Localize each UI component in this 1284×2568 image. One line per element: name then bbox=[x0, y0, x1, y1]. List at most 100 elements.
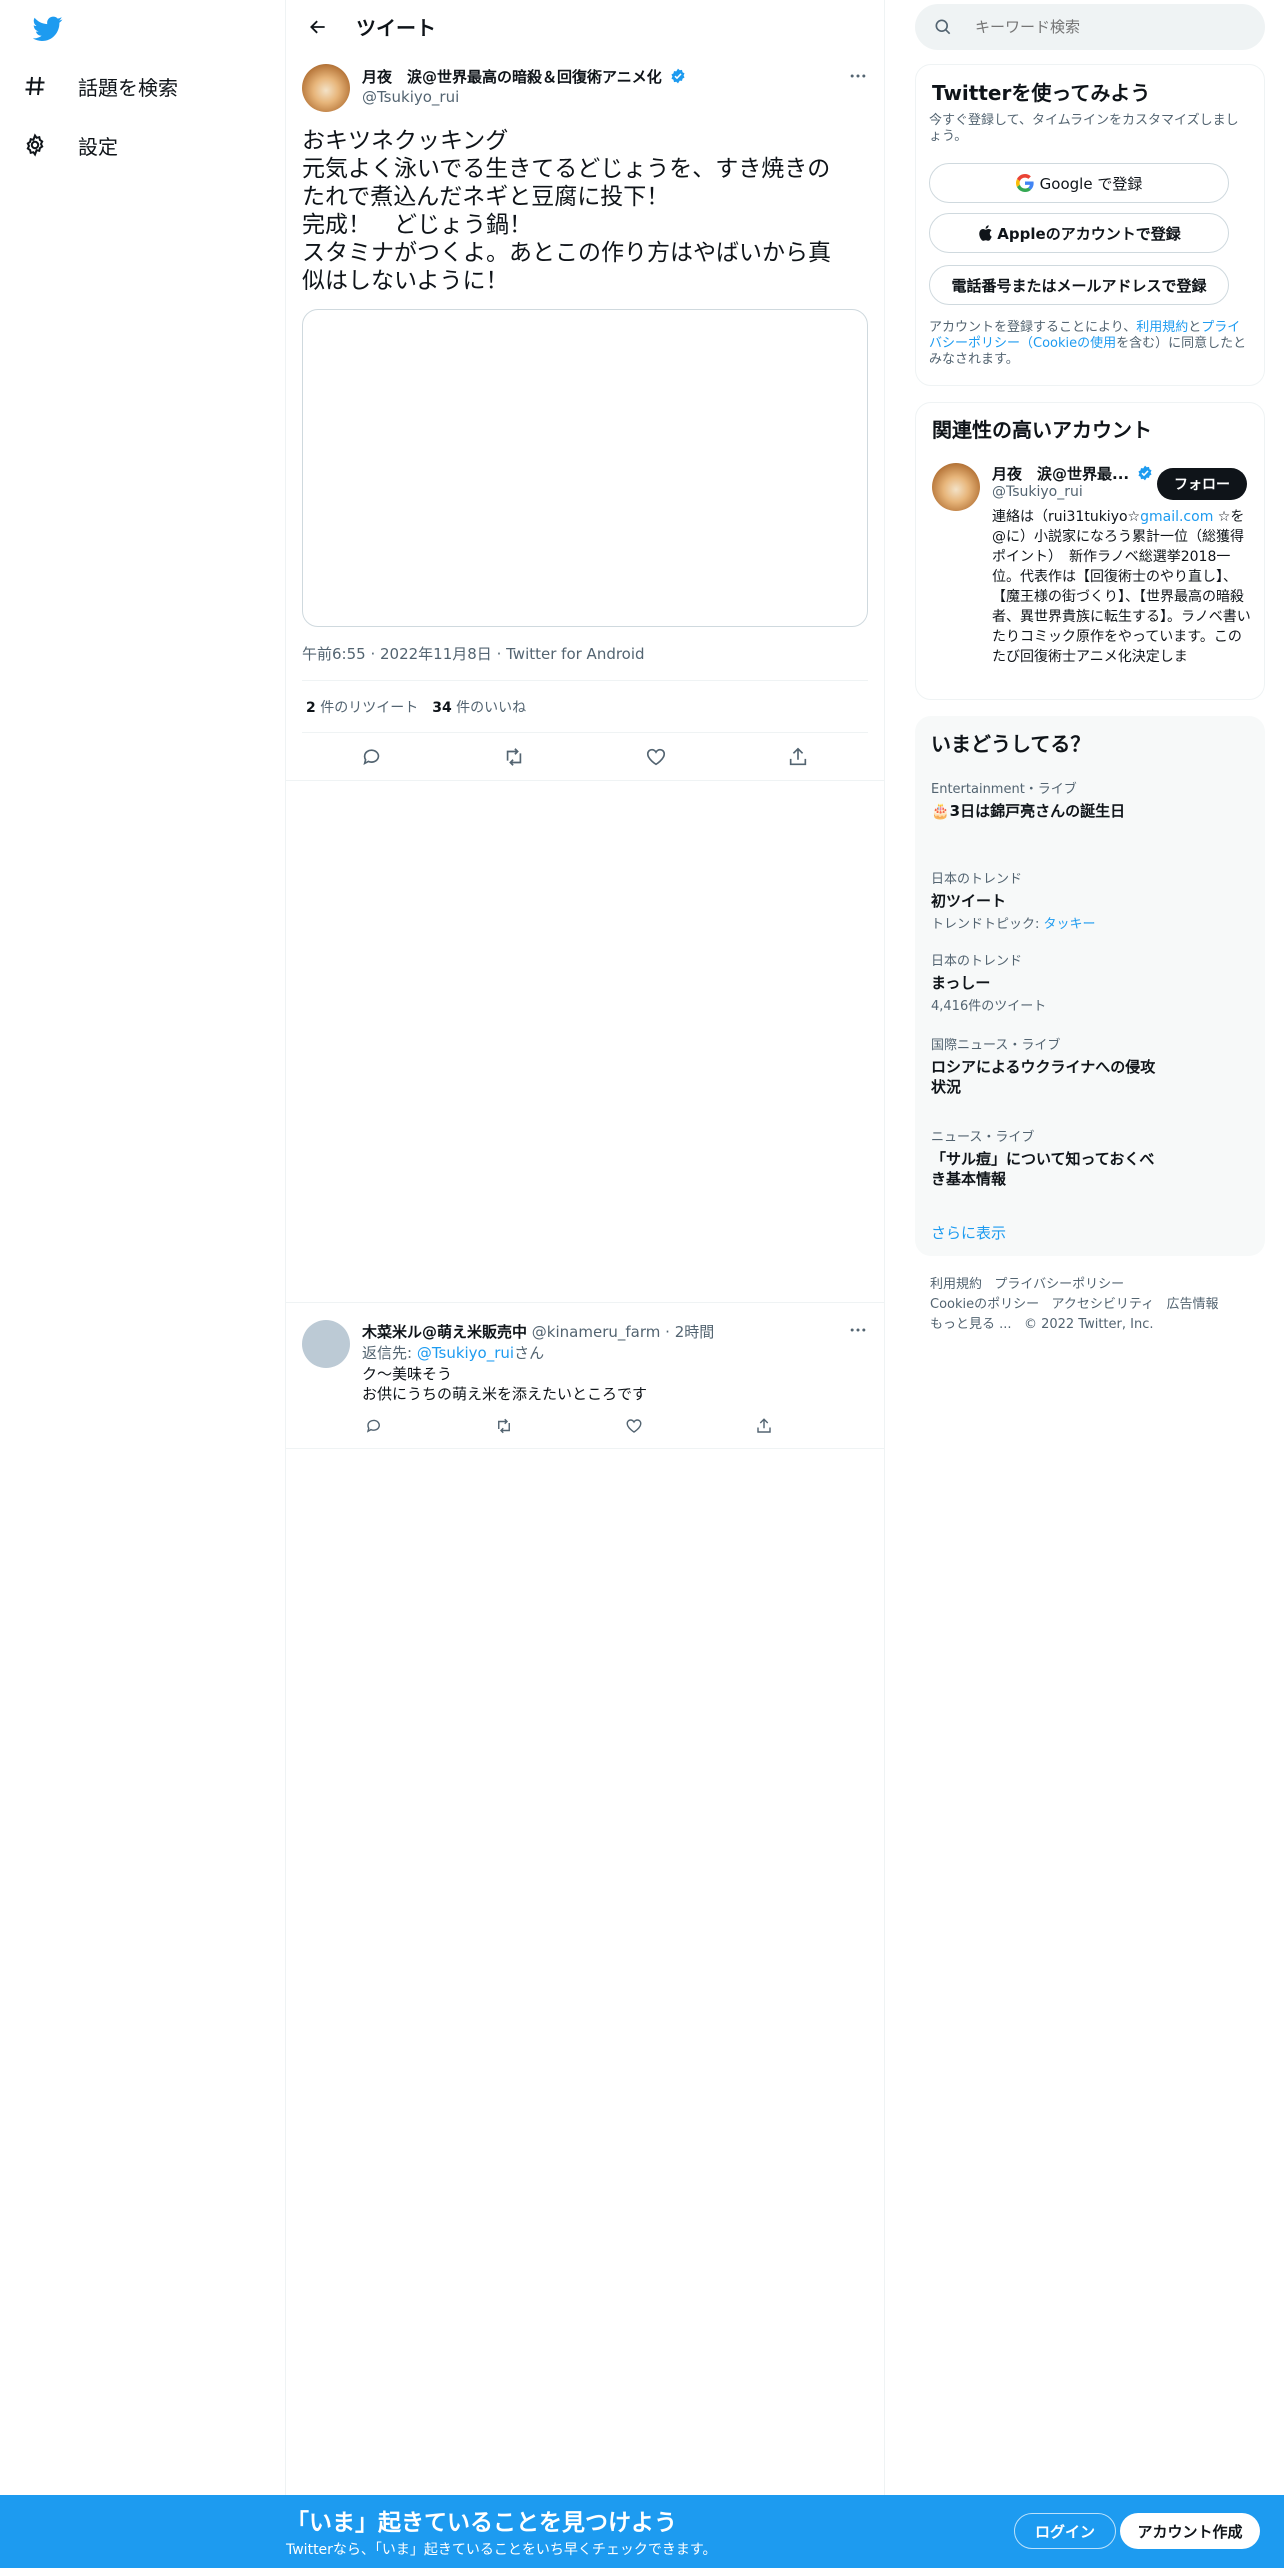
more-dots-icon bbox=[850, 1328, 866, 1332]
tweet-stats: 2 件のリツイート 34 件のいいね bbox=[306, 697, 526, 717]
footer-link[interactable]: もっと見る ... bbox=[930, 1317, 1012, 1332]
tweet-media[interactable] bbox=[302, 309, 868, 627]
terms-link[interactable]: 利用規約 bbox=[1136, 320, 1188, 335]
like-button[interactable] bbox=[644, 745, 668, 769]
show-more-link[interactable]: さらに表示 bbox=[931, 1222, 1006, 1243]
trend-sub: 4,416件のツイート bbox=[931, 999, 1047, 1014]
footer-link[interactable]: プライバシーポリシー bbox=[994, 1277, 1124, 1292]
trend-name-line2: 状況 bbox=[931, 1078, 962, 1096]
reply-more-options-button[interactable] bbox=[848, 1320, 868, 1344]
trend-name: 「サル痘」について知っておくべ bbox=[931, 1150, 1155, 1168]
related-name-row[interactable]: 月夜 涙@世界最... bbox=[992, 463, 1153, 484]
phone-email-signup-button[interactable]: 電話番号またはメールアドレスで登録 bbox=[929, 265, 1229, 305]
trend-category: Entertainment・ライブ bbox=[931, 782, 1077, 797]
trend-name: 初ツイート bbox=[931, 892, 1007, 910]
reply-reply-button[interactable] bbox=[362, 1414, 386, 1438]
search-icon bbox=[935, 19, 951, 35]
reply-line: ク〜美味そう bbox=[362, 1365, 453, 1383]
tweet-source[interactable]: Twitter for Android bbox=[506, 645, 644, 663]
trend-item[interactable]: ニュース・ライブ 「サル痘」について知っておくべ き基本情報 bbox=[931, 1126, 1251, 1189]
tweet-line: おキツネクッキング bbox=[302, 128, 509, 154]
reply-retweet-button[interactable] bbox=[492, 1414, 516, 1438]
divider bbox=[286, 1448, 884, 1449]
trends-title: いまどうしてる？ bbox=[931, 732, 1091, 756]
trend-category: 国際ニュース・ライブ bbox=[931, 1038, 1061, 1053]
author-name-row[interactable]: 月夜 涙@世界最高の暗殺＆回復術アニメ化 bbox=[362, 66, 686, 87]
reply-share-button[interactable] bbox=[752, 1414, 776, 1438]
reply-author-handle[interactable]: @kinameru_farm bbox=[532, 1323, 661, 1341]
reply-author-name[interactable]: 木菜米ル@萌え米販売中 bbox=[362, 1323, 527, 1341]
reply-like-button[interactable] bbox=[622, 1414, 646, 1438]
retweet-stat[interactable]: 2 件のリツイート bbox=[306, 697, 418, 717]
copyright: © 2022 Twitter, Inc. bbox=[1023, 1317, 1154, 1332]
follow-button[interactable]: フォロー bbox=[1157, 468, 1247, 500]
terms-text: アカウントを登録することにより、 bbox=[929, 320, 1137, 335]
tweet-line: 似はしないように！ bbox=[302, 268, 509, 294]
search-bar[interactable] bbox=[915, 4, 1265, 50]
divider bbox=[286, 780, 884, 781]
tweet-actions bbox=[286, 738, 884, 776]
more-options-button[interactable] bbox=[848, 66, 868, 90]
create-account-button[interactable]: アカウント作成 bbox=[1120, 2513, 1260, 2549]
reply-avatar[interactable] bbox=[302, 1320, 350, 1368]
trend-category: 日本のトレンド bbox=[931, 954, 1023, 969]
share-button[interactable] bbox=[786, 745, 810, 769]
footer-link[interactable]: アクセシビリティ bbox=[1052, 1297, 1155, 1312]
retweet-button[interactable] bbox=[502, 745, 526, 769]
nav-label: 話題を検索 bbox=[78, 75, 178, 100]
retweet-icon bbox=[506, 748, 522, 766]
twitter-logo-icon[interactable] bbox=[32, 16, 63, 42]
verified-badge-icon bbox=[671, 68, 685, 84]
google-signup-label: Google で登録 bbox=[1039, 174, 1143, 193]
search-input[interactable] bbox=[975, 18, 1235, 36]
apple-signup-button[interactable]: Appleのアカウントで登録 bbox=[929, 213, 1229, 253]
trend-item[interactable]: 日本のトレンド 初ツイート トレンドトピック: タッキー bbox=[931, 868, 1251, 932]
bio-link[interactable]: gmail.com bbox=[1140, 509, 1213, 525]
phone-email-signup-label: 電話番号またはメールアドレスで登録 bbox=[951, 276, 1207, 295]
related-accounts-card: 関連性の高いアカウント 月夜 涙@世界最... @Tsukiyo_rui フォロ… bbox=[915, 402, 1265, 700]
tweet-line: 完成！ どじょう鍋！ bbox=[302, 212, 532, 238]
login-button[interactable]: ログイン bbox=[1014, 2513, 1116, 2549]
google-signup-button[interactable]: Google で登録 bbox=[929, 163, 1229, 203]
tweet-date[interactable]: 2022年11月8日 bbox=[380, 645, 492, 663]
reply-time[interactable]: 2時間 bbox=[675, 1323, 715, 1341]
nav-label: 設定 bbox=[78, 134, 118, 159]
nav-item-explore[interactable]: 話題を検索 bbox=[20, 60, 178, 112]
related-title: 関連性の高いアカウント bbox=[932, 418, 1152, 442]
trend-item[interactable]: 国際ニュース・ライブ ロシアによるウクライナへの侵攻 状況 bbox=[931, 1034, 1251, 1097]
reply-actions bbox=[362, 1414, 842, 1438]
trends-card: いまどうしてる？ Entertainment・ライブ 🎂3日は錦戸亮さんの誕生日… bbox=[915, 716, 1265, 1256]
replying-prefix: 返信先: bbox=[362, 1344, 417, 1362]
reply-header: 木菜米ル@萌え米販売中 @kinameru_farm · 2時間 bbox=[362, 1323, 715, 1341]
footer-link[interactable]: 利用規約 bbox=[930, 1277, 982, 1292]
footer-link[interactable]: Cookieのポリシー bbox=[930, 1297, 1039, 1312]
share-icon bbox=[789, 747, 807, 766]
nav-item-settings[interactable]: 設定 bbox=[20, 119, 118, 171]
author-name: 月夜 涙@世界最高の暗殺＆回復術アニメ化 bbox=[362, 68, 662, 86]
tweet-line: たれで煮込んだネギと豆腐に投下！ bbox=[302, 184, 670, 210]
apple-logo-icon bbox=[979, 225, 992, 241]
trend-name-line2: き基本情報 bbox=[931, 1170, 1007, 1188]
tweet-time[interactable]: 午前6:55 bbox=[302, 645, 366, 663]
trend-category: ニュース・ライブ bbox=[931, 1130, 1035, 1145]
related-bio: 連絡は（rui31tukiyo☆gmail.com ☆を@に）小説家になろう累計… bbox=[992, 507, 1254, 667]
divider bbox=[302, 732, 868, 733]
trend-item[interactable]: 日本のトレンド まっしー 4,416件のツイート bbox=[931, 950, 1251, 1014]
bottom-title: 「いま」起きていることを見つけよう bbox=[286, 2510, 677, 2536]
left-nav: 話題を検索 設定 bbox=[0, 0, 285, 2495]
related-handle[interactable]: @Tsukiyo_rui bbox=[992, 484, 1083, 500]
bio-text: 連絡は（rui31tukiyo☆ bbox=[992, 509, 1141, 525]
author-avatar[interactable] bbox=[302, 64, 350, 112]
retweet-count: 2 bbox=[306, 700, 316, 716]
footer-link[interactable]: 広告情報 bbox=[1167, 1297, 1219, 1312]
tweet-metadata: 午前6:55 · 2022年11月8日 · Twitter for Androi… bbox=[302, 645, 645, 663]
back-button[interactable] bbox=[300, 9, 336, 45]
like-stat[interactable]: 34 件のいいね bbox=[432, 697, 526, 717]
author-handle[interactable]: @Tsukiyo_rui bbox=[362, 88, 459, 106]
reply-button[interactable] bbox=[360, 745, 384, 769]
replying-to-link[interactable]: @Tsukiyo_rui bbox=[417, 1344, 514, 1362]
trend-topic-link[interactable]: タッキー bbox=[1044, 917, 1096, 932]
terms-text: と bbox=[1188, 320, 1202, 335]
trend-item[interactable]: Entertainment・ライブ 🎂3日は錦戸亮さんの誕生日 bbox=[931, 778, 1251, 858]
related-avatar[interactable] bbox=[932, 463, 980, 511]
